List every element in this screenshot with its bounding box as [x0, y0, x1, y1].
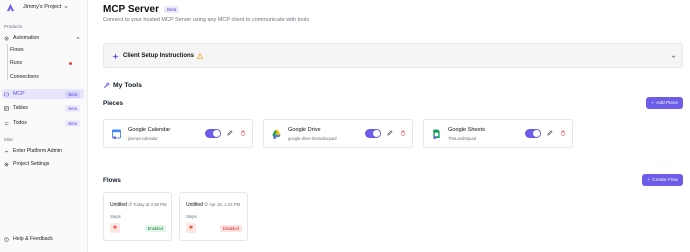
flow-card[interactable]: Untitled ⏱ Apr 16, 1:23 PM Steps ✱ Disab… [179, 192, 248, 241]
sidebar-item-platform-admin[interactable]: Enter Platform Admin [2, 146, 84, 156]
pieces-heading: Pieces [103, 100, 123, 107]
piece-name: Google Calendar [128, 127, 171, 133]
google-calendar-icon [112, 129, 121, 139]
gear-icon [4, 162, 9, 166]
flow-time: Apr 16, 1:23 PM [209, 202, 241, 207]
status-badge: Enabled [144, 225, 166, 232]
flows-heading: Flows [103, 177, 121, 184]
beta-badge: Beta [65, 90, 80, 98]
my-tools-heading: My Tools [103, 82, 142, 89]
sidebar-item-automation[interactable]: Automation [2, 33, 84, 43]
sidebar-item-label: Tables [13, 105, 28, 111]
runs-alert-dot [69, 61, 72, 65]
sidebar-item-tables[interactable]: Tables Beta [2, 103, 84, 113]
sidebar-item-label: Project Settings [13, 161, 50, 167]
sidebar-item-runs[interactable]: Runs [8, 58, 84, 68]
client-setup-label: Client Setup Instructions [123, 52, 195, 59]
trigger-step-icon: ✱ [110, 223, 120, 233]
flow-time: Today at 3:38 PM [133, 202, 167, 207]
add-piece-label: Add Piece [656, 100, 678, 106]
piece-card-google-calendar[interactable]: Google Calendar jimmys-calendar [103, 119, 253, 148]
section-label-products: Products [4, 24, 23, 29]
create-flow-button[interactable]: + Create Flow [642, 174, 683, 186]
piece-enabled-toggle[interactable] [205, 129, 221, 138]
main-content: MCP Server Beta Connect to your hosted M… [88, 0, 690, 252]
clock-icon: ⏱ [204, 202, 208, 207]
section-label-misc: Misc [4, 137, 14, 142]
log-in-icon [5, 149, 8, 153]
project-switcher[interactable]: Jimmy's Project [23, 4, 68, 10]
sidebar-item-label: Help & Feedback [13, 236, 53, 242]
piece-card-google-sheets[interactable]: Google Sheets TheLandSquad [423, 119, 573, 148]
plus-icon: + [647, 177, 651, 183]
sidebar-item-label: Runs [10, 60, 23, 66]
my-tools-title: My Tools [113, 82, 142, 89]
client-setup-accordion[interactable]: Client Setup Instructions [103, 43, 683, 68]
sidebar-item-project-settings[interactable]: Project Settings [2, 159, 84, 169]
app-logo-icon [6, 3, 15, 12]
sidebar: Jimmy's Project Products Automation Flow… [0, 0, 88, 252]
sidebar-item-connections[interactable]: Connections [8, 72, 84, 82]
flow-name: Untitled [186, 202, 203, 208]
table-icon [4, 106, 9, 110]
help-icon: ? [4, 236, 9, 242]
piece-name: Google Drive [288, 127, 321, 133]
piece-enabled-toggle[interactable] [525, 129, 541, 138]
pencil-icon[interactable] [547, 130, 553, 136]
status-badge: Disabled [219, 225, 242, 232]
flow-title: Untitled ⏱ Today at 3:38 PM [110, 202, 167, 208]
flow-steps-label: Steps [186, 214, 197, 219]
flow-card[interactable]: Untitled ⏱ Today at 3:38 PM Steps ✱ Enab… [103, 192, 172, 241]
chevron-up-icon [76, 36, 80, 39]
sidebar-item-label: Flows [10, 47, 24, 53]
beta-badge: Beta [163, 6, 180, 13]
sidebar-item-label: MCP [13, 91, 25, 97]
chevron-down-icon [64, 6, 68, 9]
beta-badge: Beta [65, 119, 80, 127]
mcp-icon [4, 92, 9, 96]
google-sheets-icon [433, 129, 440, 139]
warning-icon [197, 52, 204, 59]
sidebar-item-flows[interactable]: Flows [8, 45, 84, 55]
trash-icon[interactable] [240, 130, 246, 136]
flow-steps-label: Steps [110, 214, 121, 219]
automation-icon [4, 36, 9, 40]
client-setup-title: Client Setup Instructions [123, 52, 204, 59]
project-name: Jimmy's Project [23, 4, 62, 10]
sidebar-item-label: Automation [13, 35, 40, 41]
google-drive-icon [272, 129, 281, 139]
sidebar-item-label: Todos [13, 120, 27, 126]
clock-icon: ⏱ [128, 202, 132, 207]
beta-badge: Beta [65, 104, 80, 112]
sidebar-item-todos[interactable]: Todos Beta [2, 118, 84, 128]
help-feedback-link[interactable]: ? Help & Feedback [2, 234, 84, 244]
checklist-icon [4, 121, 9, 125]
create-flow-label: Create Flow [652, 177, 678, 183]
page-title: MCP Server Beta [103, 4, 180, 15]
flow-title: Untitled ⏱ Apr 16, 1:23 PM [186, 202, 240, 208]
sidebar-item-mcp[interactable]: MCP Beta [2, 89, 84, 99]
pencil-icon[interactable] [227, 130, 233, 136]
piece-card-google-drive[interactable]: Google Drive google-drive-thelandsquad [263, 119, 413, 148]
sparkle-icon [112, 53, 119, 60]
piece-name: Google Sheets [448, 127, 486, 133]
trash-icon[interactable] [560, 130, 566, 136]
add-piece-button[interactable]: + Add Piece [646, 97, 683, 109]
page-subtitle: Connect to your hosted MCP Server using … [103, 17, 310, 23]
piece-account: TheLandSquad [448, 136, 476, 141]
piece-enabled-toggle[interactable] [365, 129, 381, 138]
flow-name: Untitled [110, 202, 127, 208]
sidebar-item-label: Connections [10, 74, 39, 80]
sidebar-item-label: Enter Platform Admin [13, 148, 63, 154]
pencil-icon[interactable] [387, 130, 393, 136]
piece-account: google-drive-thelandsquad [288, 136, 337, 141]
trash-icon[interactable] [400, 130, 406, 136]
chevron-down-icon [671, 55, 676, 58]
wrench-icon [104, 82, 110, 88]
plus-icon: + [651, 100, 655, 106]
page-title-text: MCP Server [103, 4, 159, 15]
piece-account: jimmys-calendar [128, 136, 158, 141]
trigger-step-icon: ✱ [186, 223, 196, 233]
